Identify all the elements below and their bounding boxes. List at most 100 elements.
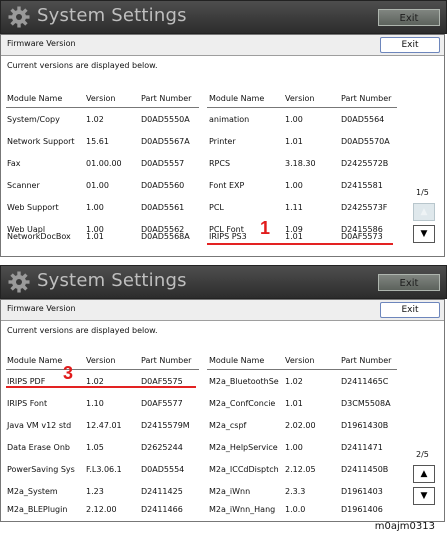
version: 1.00 [285, 443, 303, 452]
module-name: animation [209, 115, 250, 124]
module-name: M2a_iWnn [209, 487, 251, 496]
version: 1.00 [285, 115, 303, 124]
page-indicator: 2/5 [416, 450, 429, 459]
description: Current versions are displayed below. [7, 61, 158, 70]
callout-number: 3 [63, 363, 74, 383]
module-name: M2a_BLEPlugin [7, 505, 68, 514]
window-title: System Settings [37, 5, 187, 26]
version: 01.00 [86, 181, 109, 190]
version: 1.02 [285, 377, 303, 386]
part-number: D0AD5560 [141, 181, 185, 190]
part-number: D2625244 [141, 443, 183, 452]
figure-caption: m0ajm0313 [374, 521, 435, 532]
version: 1.10 [86, 399, 104, 408]
page-indicator: 1/5 [416, 188, 429, 197]
part-number: D0AD5561 [141, 203, 185, 212]
system-settings-screen-1: System Settings Exit Firmware Version Ex… [0, 0, 447, 258]
arrow-up-icon: ▲ [420, 469, 428, 479]
page-up-button[interactable]: ▲ [413, 203, 435, 221]
module-name: M2a_ICCdDisptch [209, 465, 279, 474]
part-number: D1961406 [341, 505, 383, 514]
part-number: D0AD5550A [141, 115, 190, 124]
panel-title: Firmware Version [7, 304, 76, 313]
module-name: System/Copy [7, 115, 60, 124]
header-module-name: Module Name [7, 356, 63, 365]
title-bar: System Settings Exit [0, 0, 447, 34]
part-number: D2411466 [141, 505, 183, 514]
page-down-button[interactable]: ▼ [413, 225, 435, 243]
part-number: D2415581 [341, 181, 383, 190]
part-number: D0AF5573 [341, 232, 383, 241]
panel-title-bar: Firmware Version Exit [1, 35, 444, 56]
part-number: D1961403 [341, 487, 383, 496]
page-up-button[interactable]: ▲ [413, 465, 435, 483]
module-name: IRIPS PDF [7, 377, 46, 386]
title-bar: System Settings Exit [0, 265, 447, 299]
part-number: D2411425 [141, 487, 183, 496]
version: 1.0.0 [285, 505, 306, 514]
module-name: Printer [209, 137, 236, 146]
version: 3.18.30 [285, 159, 316, 168]
page-down-button[interactable]: ▼ [413, 487, 435, 505]
version: 1.01 [285, 399, 303, 408]
part-number: D0AF5575 [141, 377, 183, 386]
exit-top-button[interactable]: Exit [378, 274, 440, 291]
header-part-number: Part Number [141, 356, 192, 365]
part-number: D2411450B [341, 465, 389, 474]
exit-top-button[interactable]: Exit [378, 9, 440, 26]
version: 1.01 [285, 232, 303, 241]
part-number: D3CM5508A [341, 399, 391, 408]
header-module-name: Module Name [209, 356, 265, 365]
part-number: D2411471 [341, 443, 383, 452]
module-name: Fax [7, 159, 21, 168]
version: 2.02.00 [285, 421, 316, 430]
version: 15.61 [86, 137, 109, 146]
exit-button[interactable]: Exit [380, 302, 440, 318]
header-version: Version [285, 356, 315, 365]
part-number: D2415579M [141, 421, 190, 430]
header-divider [6, 107, 199, 108]
header-part-number: Part Number [341, 94, 392, 103]
header-module-name: Module Name [209, 94, 265, 103]
highlight-underline [207, 243, 393, 245]
version: 1.01 [86, 232, 104, 241]
module-name: M2a_ConfConcie [209, 399, 276, 408]
panel-title: Firmware Version [7, 39, 76, 48]
part-number: D0AF5577 [141, 399, 183, 408]
version: 12.47.01 [86, 421, 122, 430]
version: 1.01 [285, 137, 303, 146]
version: 01.00.00 [86, 159, 122, 168]
exit-button[interactable]: Exit [380, 37, 440, 53]
highlight-underline [6, 386, 196, 388]
description: Current versions are displayed below. [7, 326, 158, 335]
callout-number: 1 [260, 218, 271, 238]
header-module-name: Module Name [7, 94, 63, 103]
module-name: Web Support [7, 203, 59, 212]
header-version: Version [86, 94, 116, 103]
header-part-number: Part Number [341, 356, 392, 365]
system-settings-screen-2: System Settings Exit Firmware Version Ex… [0, 265, 447, 523]
module-name: M2a_cspf [209, 421, 247, 430]
version: F.L3.06.1 [86, 465, 122, 474]
part-number: D0AD5554 [141, 465, 185, 474]
firmware-version-panel: Firmware Version Exit Current versions a… [0, 299, 445, 522]
module-name: M2a_iWnn_Hang [209, 505, 276, 514]
module-name: Java VM v12 std [7, 421, 72, 430]
module-name: Network Support [7, 137, 75, 146]
module-name: IRIPS PS3 [209, 232, 247, 241]
version: 1.11 [285, 203, 303, 212]
version: 1.23 [86, 487, 104, 496]
module-name: RPCS [209, 159, 231, 168]
module-name: PowerSaving Sys [7, 465, 75, 474]
module-name: M2a_HelpService [209, 443, 278, 452]
module-name: Font EXP [209, 181, 245, 190]
module-name: M2a_BluetoothSe [209, 377, 279, 386]
part-number: D2425573F [341, 203, 388, 212]
part-number: D1961430B [341, 421, 389, 430]
arrow-down-icon: ▼ [420, 229, 428, 239]
header-part-number: Part Number [141, 94, 192, 103]
gear-icon [8, 6, 30, 28]
firmware-version-panel: Firmware Version Exit Current versions a… [0, 34, 445, 257]
part-number: D0AD5570A [341, 137, 390, 146]
part-number: D2411465C [341, 377, 389, 386]
